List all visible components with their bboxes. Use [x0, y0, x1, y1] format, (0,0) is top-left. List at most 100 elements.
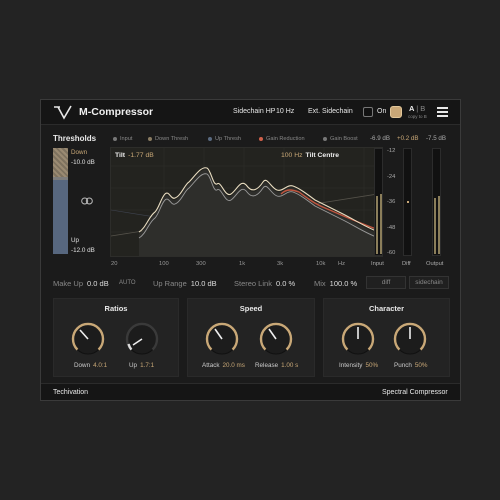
plugin-title: M-Compressor	[79, 106, 154, 118]
brand-label: Techivation	[53, 389, 89, 396]
tilt-centre-value[interactable]: 100 Hz	[281, 152, 303, 159]
legend-label: Up Thresh	[215, 136, 242, 142]
link-icon[interactable]	[81, 197, 93, 205]
up-threshold-value[interactable]: -12.0 dB	[71, 247, 95, 254]
legend-dot-icon	[113, 137, 117, 141]
thresholds-title: Thresholds	[53, 134, 97, 143]
spectrum-svg	[111, 148, 382, 256]
intensity-label: Intensity 50%	[339, 362, 378, 369]
up-threshold-fill	[53, 180, 68, 254]
uprange-value[interactable]: 10.0 dB	[191, 279, 217, 288]
freq-tick: Hz	[338, 261, 346, 267]
meter-fill-right	[438, 196, 440, 254]
uprange-control[interactable]: Up Range 10.0 dB	[153, 279, 217, 288]
plugin-window: M-Compressor Sidechain HP 10 Hz Ext. Sid…	[40, 99, 461, 401]
freq-tick: 20	[111, 261, 118, 267]
intensity-value[interactable]: 50%	[365, 362, 378, 369]
header-bar: M-Compressor Sidechain HP 10 Hz Ext. Sid…	[41, 100, 460, 125]
output-meter-label: Output	[426, 261, 444, 267]
sidechain-button[interactable]: sidechain	[409, 276, 449, 289]
ab-copy-label[interactable]: copy to B	[408, 114, 427, 119]
makeup-control[interactable]: Make Up 0.0 dB	[53, 279, 109, 288]
db-tick: -12	[387, 148, 396, 154]
makeup-value[interactable]: 0.0 dB	[87, 279, 109, 288]
ext-sidechain-checkbox[interactable]	[363, 107, 373, 117]
ratio-up-name: Up	[129, 362, 138, 369]
ext-sidechain-label: Ext. Sidechain	[308, 108, 353, 115]
release-knob[interactable]	[258, 321, 294, 357]
threshold-slider[interactable]	[53, 148, 68, 254]
tilt-readout[interactable]: Tilt -1.77 dB	[115, 152, 154, 159]
ratio-down-name: Down	[74, 362, 91, 369]
release-label: Release 1.00 s	[255, 362, 298, 369]
ratio-up-knob[interactable]	[124, 321, 160, 357]
ratios-panel: Ratios Down 4.0:1 Up 1.7:1	[53, 298, 179, 377]
legend-label: Down Thresh	[155, 136, 189, 142]
legend-up-thresh: Up Thresh	[208, 136, 241, 142]
sidechain-hp-value[interactable]: 10 Hz	[276, 108, 294, 115]
release-name: Release	[255, 362, 279, 369]
ab-b-label[interactable]: B	[420, 104, 425, 113]
mix-value[interactable]: 100.0 %	[330, 279, 358, 288]
attack-value[interactable]: 20.0 ms	[223, 362, 245, 369]
attack-label: Attack 20.0 ms	[202, 362, 245, 369]
ab-a-label[interactable]: A	[409, 104, 414, 113]
diff-button[interactable]: diff	[366, 276, 406, 289]
punch-value[interactable]: 50%	[415, 362, 428, 369]
tilt-label: Tilt	[115, 152, 126, 159]
attack-knob[interactable]	[204, 321, 240, 357]
output-meter	[432, 148, 441, 256]
on-label: On	[377, 108, 387, 115]
db-tick: -60	[387, 250, 396, 256]
ab-separator: |	[416, 104, 419, 113]
meter-fill-left	[376, 196, 378, 254]
logo-icon	[54, 105, 72, 120]
ratio-down-value[interactable]: 4.0:1	[93, 362, 107, 369]
character-panel: Character Intensity 50% Punch 50%	[323, 298, 450, 377]
menu-icon[interactable]	[437, 107, 448, 117]
ratio-up-value[interactable]: 1.7:1	[140, 362, 154, 369]
input-meter	[374, 148, 383, 256]
db-tick: -36	[387, 199, 396, 205]
output-meter-value: -7.5 dB	[426, 135, 446, 142]
diff-meter-label: Diff	[402, 261, 411, 267]
makeup-label: Make Up	[53, 279, 84, 288]
uprange-label: Up Range	[153, 279, 187, 288]
spectrum-graph[interactable]	[110, 147, 383, 257]
legend-dot-icon	[259, 137, 263, 141]
meter-fill-right	[380, 194, 382, 254]
tilt-centre-readout[interactable]: 100 Hz Tilt Centre	[281, 152, 339, 159]
input-meter-value: -6.9 dB	[370, 135, 390, 142]
speed-panel: Speed Attack 20.0 ms Release 1.00 s	[187, 298, 315, 377]
intensity-knob[interactable]	[340, 321, 376, 357]
legend-label: Gain Boost	[330, 136, 358, 142]
freq-tick: 1k	[239, 261, 246, 267]
power-toggle[interactable]	[390, 106, 402, 118]
stereolink-control[interactable]: Stereo Link 0.0 %	[234, 279, 295, 288]
ratio-down-label: Down 4.0:1	[74, 362, 107, 369]
attack-name: Attack	[202, 362, 220, 369]
meter-fill-left	[434, 198, 436, 254]
punch-knob[interactable]	[392, 321, 428, 357]
ratio-down-knob[interactable]	[70, 321, 106, 357]
mix-control[interactable]: Mix 100.0 %	[314, 279, 357, 288]
mix-label: Mix	[314, 279, 326, 288]
sidechain-hp-label: Sidechain HP	[233, 108, 276, 115]
release-value[interactable]: 1.00 s	[281, 362, 298, 369]
freq-tick: 3k	[277, 261, 284, 267]
diff-indicator	[407, 201, 409, 203]
db-tick: -24	[387, 174, 396, 180]
character-title: Character	[368, 304, 405, 313]
intensity-name: Intensity	[339, 362, 363, 369]
legend-input: Input	[113, 136, 132, 142]
stereolink-value[interactable]: 0.0 %	[276, 279, 295, 288]
freq-tick: 300	[196, 261, 206, 267]
diff-meter	[403, 148, 412, 256]
down-threshold-value[interactable]: -10.0 dB	[71, 159, 95, 166]
up-threshold-label: Up	[71, 237, 80, 244]
auto-button[interactable]: AUTO	[119, 280, 136, 286]
freq-tick: 100	[159, 261, 169, 267]
legend-label: Gain Reduction	[266, 136, 305, 142]
ab-switch[interactable]: A | B	[409, 104, 425, 113]
tilt-value[interactable]: -1.77 dB	[128, 152, 154, 159]
